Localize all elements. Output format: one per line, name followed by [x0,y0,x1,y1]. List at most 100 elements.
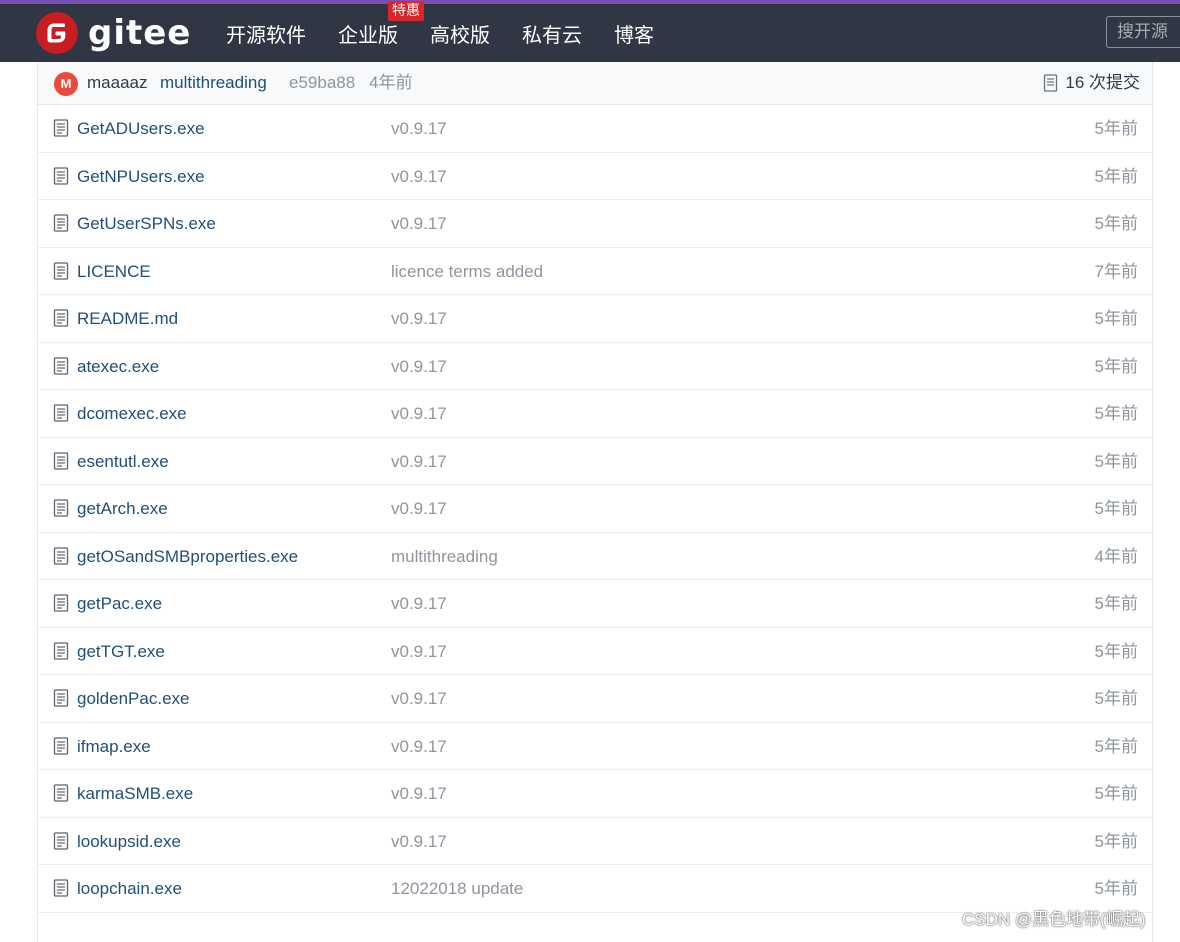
file-row[interactable]: GetADUsers.exe v0.9.17 5年前 [38,105,1152,153]
file-commit-message[interactable]: v0.9.17 [391,688,447,710]
file-commit-message[interactable]: v0.9.17 [391,308,447,330]
file-commit-time: 7年前 [1094,261,1138,281]
file-row[interactable]: karmaSMB.exe v0.9.17 5年前 [38,770,1152,818]
promo-badge: 特惠 [388,0,424,21]
logo-text: gitee [88,13,192,53]
file-commit-message[interactable]: v0.9.17 [391,213,447,235]
gitee-logo-icon [36,12,78,54]
nav-item-private-cloud[interactable]: 私有云 [522,19,582,48]
file-commit-message[interactable]: 12022018 update [391,878,523,900]
nav-item-open-source[interactable]: 开源软件 [226,19,306,48]
file-icon [53,499,69,517]
commit-hash[interactable]: e59ba88 [289,72,355,94]
file-icon [53,451,69,470]
file-row[interactable]: atexec.exe v0.9.17 5年前 [38,343,1152,390]
commit-author[interactable]: maaaaz [87,72,147,94]
file-commit-message[interactable]: v0.9.17 [391,831,447,853]
file-row[interactable]: getOSandSMBproperties.exe multithreading… [38,533,1152,580]
file-name-link[interactable]: GetUserSPNs.exe [77,213,216,235]
file-commit-message[interactable]: v0.9.17 [391,783,447,805]
file-commit-time: 5年前 [1094,309,1138,328]
file-icon [53,309,69,327]
file-name-link[interactable]: getArch.exe [77,498,168,520]
file-name-link[interactable]: GetADUsers.exe [77,118,205,140]
file-commit-time: 4年前 [1094,546,1138,566]
file-icon [53,356,69,375]
file-name-link[interactable]: getPac.exe [77,593,162,615]
file-row[interactable]: goldenPac.exe v0.9.17 5年前 [38,675,1152,723]
file-row[interactable]: esentutl.exe v0.9.17 5年前 [38,438,1152,485]
commit-time: 4年前 [369,73,413,92]
nav-item-blog[interactable]: 博客 [614,19,654,48]
file-icon [53,784,69,802]
file-icon [53,736,69,755]
file-row[interactable]: getArch.exe v0.9.17 5年前 [38,485,1152,533]
file-icon [53,689,69,707]
file-name-link[interactable]: GetNPUsers.exe [77,166,205,188]
file-commit-message[interactable]: v0.9.17 [391,451,447,473]
file-icon [53,546,69,565]
file-row[interactable]: ifmap.exe v0.9.17 5年前 [38,723,1152,770]
avatar[interactable]: M [54,72,78,96]
file-commit-time: 5年前 [1094,119,1138,138]
file-name-link[interactable]: README.md [77,308,178,330]
file-row[interactable]: getPac.exe v0.9.17 5年前 [38,580,1152,628]
file-icon [53,261,69,280]
commits-count-link[interactable]: 16 次提交 [1043,72,1140,94]
file-commit-time: 5年前 [1094,831,1138,851]
file-name-link[interactable]: LICENCE [77,261,151,283]
file-row[interactable]: GetUserSPNs.exe v0.9.17 5年前 [38,200,1152,248]
navbar: gitee 开源软件 企业版 特惠 高校版 私有云 博客 搜开源 [0,0,1180,62]
file-commit-message[interactable]: v0.9.17 [391,118,447,140]
file-name-link[interactable]: getTGT.exe [77,641,165,663]
file-commit-time: 5年前 [1094,784,1138,803]
file-name-link[interactable]: dcomexec.exe [77,403,187,425]
gitee-logo[interactable]: gitee [36,12,191,54]
file-commit-time: 5年前 [1094,689,1138,708]
commits-count: 16 次提交 [1065,73,1140,92]
file-commit-message[interactable]: v0.9.17 [391,736,447,758]
nav-item-education[interactable]: 高校版 [430,19,490,48]
file-row[interactable]: getTGT.exe v0.9.17 5年前 [38,628,1152,675]
nav-item-enterprise-label: 企业版 [338,22,398,47]
file-commit-message[interactable]: v0.9.17 [391,356,447,378]
search-input[interactable]: 搜开源 [1106,16,1180,48]
commit-history-icon [1044,74,1058,92]
file-name-link[interactable]: ifmap.exe [77,736,151,758]
file-icon [53,594,69,612]
file-commit-message[interactable]: v0.9.17 [391,166,447,188]
nav-item-enterprise[interactable]: 企业版 特惠 [338,0,424,48]
watermark: CSDN @黑色地带(崛起) [962,910,1146,929]
file-row[interactable]: dcomexec.exe v0.9.17 5年前 [38,390,1152,438]
file-commit-time: 5年前 [1094,214,1138,233]
file-commit-message[interactable]: multithreading [391,546,498,568]
file-name-link[interactable]: goldenPac.exe [77,688,189,710]
file-icon [53,831,69,850]
file-commit-message[interactable]: licence terms added [391,261,543,283]
file-commit-message[interactable]: v0.9.17 [391,641,447,663]
file-list: GetADUsers.exe v0.9.17 5年前 GetNPUsers.ex… [38,105,1152,913]
file-row[interactable]: GetNPUsers.exe v0.9.17 5年前 [38,153,1152,200]
file-commit-time: 5年前 [1094,166,1138,186]
commit-message[interactable]: multithreading [160,72,267,94]
file-name-link[interactable]: lookupsid.exe [77,831,181,853]
file-commit-time: 5年前 [1094,404,1138,423]
repo-file-browser: M maaaaz multithreading e59ba88 4年前 16 次… [37,62,1153,942]
file-commit-time: 5年前 [1094,641,1138,661]
file-icon [53,166,69,185]
file-row[interactable]: LICENCE licence terms added 7年前 [38,248,1152,295]
file-commit-message[interactable]: v0.9.17 [391,593,447,615]
file-name-link[interactable]: esentutl.exe [77,451,169,473]
file-icon [53,641,69,660]
file-name-link[interactable]: loopchain.exe [77,878,182,900]
file-commit-message[interactable]: v0.9.17 [391,498,447,520]
file-icon [53,119,69,137]
file-row[interactable]: README.md v0.9.17 5年前 [38,295,1152,343]
file-icon [53,404,69,422]
file-name-link[interactable]: karmaSMB.exe [77,783,193,805]
file-commit-message[interactable]: v0.9.17 [391,403,447,425]
file-name-link[interactable]: getOSandSMBproperties.exe [77,546,298,568]
latest-commit-bar: M maaaaz multithreading e59ba88 4年前 16 次… [38,62,1152,105]
file-name-link[interactable]: atexec.exe [77,356,159,378]
file-row[interactable]: lookupsid.exe v0.9.17 5年前 [38,818,1152,865]
